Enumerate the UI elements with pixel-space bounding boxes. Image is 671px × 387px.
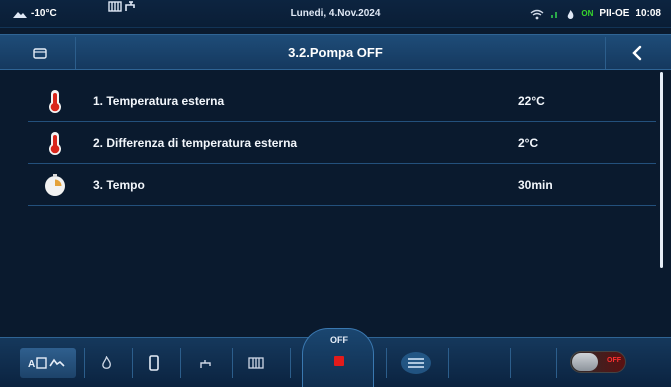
radiator-button[interactable] (244, 348, 268, 378)
status-right: ON PII-OE 10:08 (530, 0, 661, 28)
thermometer-icon (49, 90, 61, 113)
toggle-knob (572, 353, 598, 371)
power-toggle[interactable]: OFF (570, 351, 626, 373)
list-item[interactable]: 1. Temperatura esterna 22°C (28, 80, 656, 122)
list-item-value: 2°C (518, 136, 539, 150)
heating-mode-icon: A (28, 357, 65, 370)
list-item-label: 2. Differenza di temperatura esterna (93, 136, 298, 150)
on-badge: ON (581, 9, 594, 18)
list-item-value: 22°C (518, 94, 545, 108)
radiator-outline-icon (248, 357, 264, 369)
list-item[interactable]: 2. Differenza di temperatura esterna 2°C (28, 122, 656, 164)
list-item-value: 30min (518, 178, 553, 192)
clock-time: 10:08 (635, 8, 661, 19)
divider (232, 348, 233, 378)
svg-text:A: A (28, 359, 35, 370)
signal-icon (551, 12, 558, 18)
thermometer-icon (49, 132, 61, 155)
controller-name: PII-OE (599, 8, 630, 19)
mode-off-label: OFF (330, 335, 348, 345)
tap-outline-icon (200, 360, 211, 368)
flame-button[interactable] (94, 348, 118, 378)
divider (510, 348, 511, 378)
mode-off-tab[interactable]: OFF (302, 328, 374, 387)
hamburger-icon (401, 352, 431, 374)
wifi-icon (530, 9, 544, 19)
boiler-icon (149, 355, 159, 371)
clock-icon (45, 174, 65, 196)
chevron-left-icon (631, 45, 641, 61)
flame-icon (568, 9, 574, 19)
scrollbar[interactable] (660, 72, 663, 268)
status-bar: -10°C Lunedi, 4.Nov.2024 ON PII-OE 10:08 (0, 0, 671, 28)
divider (556, 348, 557, 378)
list-item[interactable]: 3. Tempo 30min (28, 164, 656, 206)
boiler-button[interactable] (142, 348, 166, 378)
divider (386, 348, 387, 378)
toggle-label: OFF (607, 357, 621, 364)
list-item-label: 1. Temperatura esterna (93, 94, 225, 108)
flame-outline-icon (101, 356, 111, 369)
divider (448, 348, 449, 378)
tap-button[interactable] (194, 348, 218, 378)
page-title: 3.2.Pompa OFF (288, 45, 383, 60)
divider (180, 348, 181, 378)
back-button[interactable] (605, 37, 667, 69)
title-bar: 3.2.Pompa OFF (0, 34, 671, 70)
list-item-label: 3. Tempo (93, 178, 145, 192)
parameter-list: 1. Temperatura esterna 22°C 2. Differenz… (28, 80, 656, 206)
divider (290, 348, 291, 378)
divider (132, 348, 133, 378)
divider (84, 348, 85, 378)
heating-mode-button[interactable]: A (20, 348, 76, 378)
menu-lines-button[interactable] (398, 348, 434, 378)
stop-icon (334, 356, 344, 366)
